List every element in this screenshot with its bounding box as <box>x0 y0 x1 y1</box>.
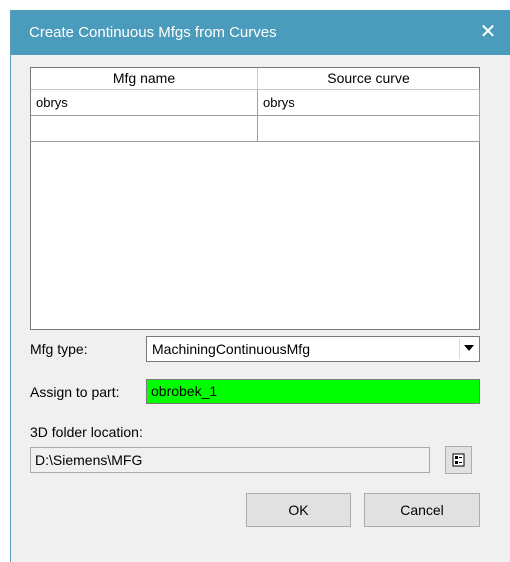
folder-browse-icon <box>452 453 465 467</box>
mfg-type-label: Mfg type: <box>30 341 88 357</box>
column-header-source-curve[interactable]: Source curve <box>258 68 479 89</box>
source-curve-cell[interactable] <box>258 116 479 141</box>
title-bar: Create Continuous Mfgs from Curves ✕ <box>11 10 510 55</box>
chevron-down-icon[interactable] <box>459 339 477 359</box>
mfg-type-value: MachiningContinuousMfg <box>152 341 310 357</box>
window-title: Create Continuous Mfgs from Curves <box>29 24 277 41</box>
folder-location-label: 3D folder location: <box>30 424 143 440</box>
mfg-type-select[interactable]: MachiningContinuousMfg <box>146 336 480 362</box>
column-header-mfg-name[interactable]: Mfg name <box>31 68 258 89</box>
assign-to-part-value: obrobek_1 <box>151 383 218 399</box>
mfg-name-cell[interactable] <box>31 116 258 141</box>
grid-header: Mfg name Source curve <box>31 68 479 90</box>
grid-divider <box>479 89 480 142</box>
mfg-grid: Mfg name Source curve obrys obrys <box>30 67 480 330</box>
folder-location-value: D:\Siemens\MFG <box>35 452 143 468</box>
mfg-name-cell[interactable]: obrys <box>31 90 258 115</box>
close-button[interactable]: ✕ <box>465 10 510 55</box>
assign-to-part-label: Assign to part: <box>30 384 120 400</box>
ok-button[interactable]: OK <box>246 493 351 527</box>
assign-to-part-field[interactable]: obrobek_1 <box>146 379 480 404</box>
source-curve-cell[interactable]: obrys <box>258 90 479 115</box>
table-row[interactable]: obrys obrys <box>31 90 479 116</box>
cancel-button[interactable]: Cancel <box>364 493 480 527</box>
browse-button[interactable] <box>445 446 472 474</box>
table-row[interactable] <box>31 116 479 142</box>
folder-location-field[interactable]: D:\Siemens\MFG <box>30 447 430 473</box>
